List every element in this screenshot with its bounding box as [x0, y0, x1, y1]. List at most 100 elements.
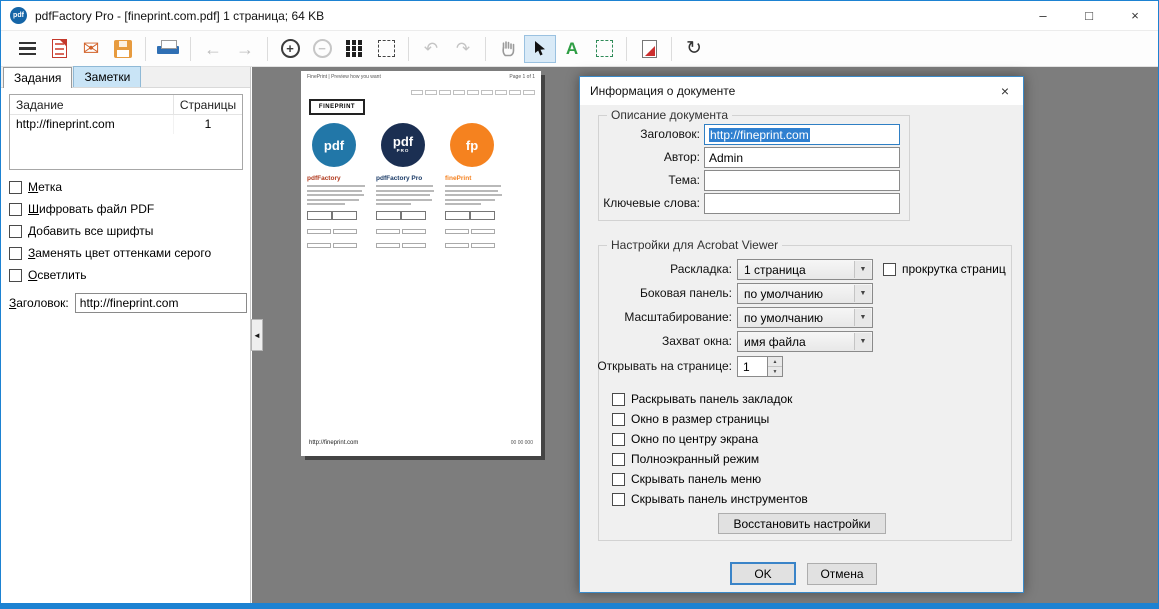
thumbnails-grid-icon — [346, 40, 363, 57]
placeholder-text — [376, 185, 438, 205]
titlebar: pdf pdfFactory Pro - [fineprint.com.pdf]… — [1, 1, 1158, 31]
toolbar-separator — [267, 37, 268, 61]
tab-notes[interactable]: Заметки — [73, 66, 141, 87]
forward-arrow-icon: → — [236, 40, 254, 58]
zoom-dropdown[interactable]: по умолчанию ▼ — [737, 307, 873, 328]
job-pages-cell: 1 — [174, 115, 242, 134]
placeholder-rows — [307, 225, 369, 253]
checkbox-embed-fonts[interactable]: Добавить все шрифты — [9, 223, 153, 239]
undo-icon: ↶ — [424, 40, 438, 57]
title-input[interactable] — [75, 293, 247, 313]
window-title: pdfFactory Pro - [fineprint.com.pdf] 1 с… — [35, 9, 1020, 23]
expand-bookmarks-checkbox[interactable]: Раскрывать панель закладок — [612, 391, 792, 407]
column-header-job[interactable]: Задание — [10, 95, 174, 114]
checkbox-icon — [9, 247, 22, 260]
select-tool-button[interactable] — [524, 35, 556, 63]
hide-toolbar-checkbox[interactable]: Скрывать панель инструментов — [612, 491, 808, 507]
description-group-title: Описание документа — [607, 108, 732, 122]
page-header-left: FinePrint | Preview how you want — [307, 74, 381, 80]
email-button[interactable]: ✉ — [75, 35, 107, 63]
printer-icon — [157, 40, 179, 58]
logo-text: fp — [466, 139, 478, 152]
open-page-spinner[interactable]: 1 ▲ ▼ — [737, 356, 783, 377]
open-page-value: 1 — [737, 356, 768, 377]
ok-button[interactable]: OK — [730, 562, 796, 585]
hand-tool-button[interactable] — [492, 35, 524, 63]
layout-dropdown[interactable]: 1 страница ▼ — [737, 259, 873, 280]
spin-up-icon[interactable]: ▲ — [768, 357, 782, 367]
checkbox-label: Полноэкранный режим — [631, 452, 759, 466]
toolbar-separator — [145, 37, 146, 61]
pdffactory-pro-logo: pdf PRO — [381, 123, 425, 167]
scroll-pages-checkbox[interactable]: прокрутка страниц — [883, 261, 1006, 277]
save-button[interactable] — [107, 35, 139, 63]
document-info-dialog: Информация о документе × Описание докуме… — [579, 76, 1024, 593]
checkbox-label: Шифровать файл PDF — [28, 202, 154, 216]
edit-document-button[interactable] — [633, 35, 665, 63]
window-capture-value: имя файла — [744, 335, 806, 349]
center-window-checkbox[interactable]: Окно по центру экрана — [612, 431, 758, 447]
panel-collapse-handle[interactable]: ◄ — [251, 319, 263, 351]
pdffactory-logo: pdf — [312, 123, 356, 167]
cursor-arrow-icon — [533, 40, 547, 57]
checkbox-encrypt-pdf[interactable]: Шифровать файл PDF — [9, 201, 154, 217]
refresh-button[interactable]: ↻ — [678, 35, 710, 63]
side-panel-value: по умолчанию — [744, 287, 823, 301]
fullscreen-checkbox[interactable]: Полноэкранный режим — [612, 451, 759, 467]
print-button[interactable] — [152, 35, 184, 63]
text-tool-icon: A — [566, 40, 578, 57]
minimize-button[interactable]: – — [1020, 1, 1066, 30]
preview-page[interactable]: FinePrint | Preview how you want Page 1 … — [301, 71, 541, 456]
pdf-document-icon — [52, 39, 67, 58]
back-button[interactable]: ← — [197, 35, 229, 63]
undo-button[interactable]: ↶ — [415, 35, 447, 63]
hide-menubar-checkbox[interactable]: Скрывать панель меню — [612, 471, 761, 487]
checkbox-icon — [9, 181, 22, 194]
checkbox-lighten[interactable]: Осветлить — [9, 267, 87, 283]
fineprint-brand-box: FINEPRINT — [309, 99, 365, 115]
product-column: pdfFactory Pro — [376, 175, 438, 253]
thumbnails-button[interactable] — [338, 35, 370, 63]
side-panel-dropdown[interactable]: по умолчанию ▼ — [737, 283, 873, 304]
checkbox-label: Раскрывать панель закладок — [631, 392, 792, 406]
product-name: finePrint — [445, 175, 507, 182]
chevron-down-icon: ▼ — [854, 309, 871, 326]
zoom-label: Масштабирование: — [588, 310, 732, 324]
column-header-pages[interactable]: Страницы — [174, 95, 242, 114]
table-row[interactable]: http://fineprint.com 1 — [10, 115, 242, 134]
menu-button[interactable] — [11, 35, 43, 63]
doc-author-input[interactable] — [704, 147, 900, 168]
doc-keywords-input[interactable] — [704, 193, 900, 214]
checkbox-grayscale[interactable]: Заменять цвет оттенками серого — [9, 245, 211, 261]
logo-text: pdf — [324, 139, 344, 152]
zoom-in-button[interactable]: + — [274, 35, 306, 63]
close-button[interactable]: × — [1112, 1, 1158, 30]
dialog-close-button[interactable]: × — [991, 80, 1019, 102]
doc-title-input[interactable]: http://fineprint.com — [704, 124, 900, 145]
spin-down-icon[interactable]: ▼ — [768, 367, 782, 376]
fit-page-button[interactable] — [370, 35, 402, 63]
marquee-tool-button[interactable] — [588, 35, 620, 63]
redo-button[interactable]: ↷ — [447, 35, 479, 63]
text-tool-button[interactable]: A — [556, 35, 588, 63]
forward-button[interactable]: → — [229, 35, 261, 63]
doc-subject-input[interactable] — [704, 170, 900, 191]
pdf-document-button[interactable] — [43, 35, 75, 63]
cancel-button[interactable]: Отмена — [807, 563, 877, 585]
fit-window-checkbox[interactable]: Окно в размер страницы — [612, 411, 769, 427]
title-field-row: Заголовок: — [9, 293, 247, 313]
checkbox-bookmark[interactable]: Метка — [9, 179, 62, 195]
zoom-out-button[interactable]: − — [306, 35, 338, 63]
refresh-icon: ↻ — [686, 39, 702, 58]
fineprint-logo: fp — [450, 123, 494, 167]
field-label-title: Заголовок: — [588, 127, 700, 141]
field-label-keywords: Ключевые слова: — [588, 196, 700, 210]
checkbox-icon — [612, 433, 625, 446]
checkbox-label: Скрывать панель меню — [631, 472, 761, 486]
zoom-value: по умолчанию — [744, 311, 823, 325]
restore-settings-button[interactable]: Восстановить настройки — [718, 513, 886, 534]
window-capture-dropdown[interactable]: имя файла ▼ — [737, 331, 873, 352]
tab-jobs[interactable]: Задания — [3, 67, 72, 88]
chevron-down-icon: ▼ — [854, 333, 871, 350]
maximize-button[interactable]: □ — [1066, 1, 1112, 30]
